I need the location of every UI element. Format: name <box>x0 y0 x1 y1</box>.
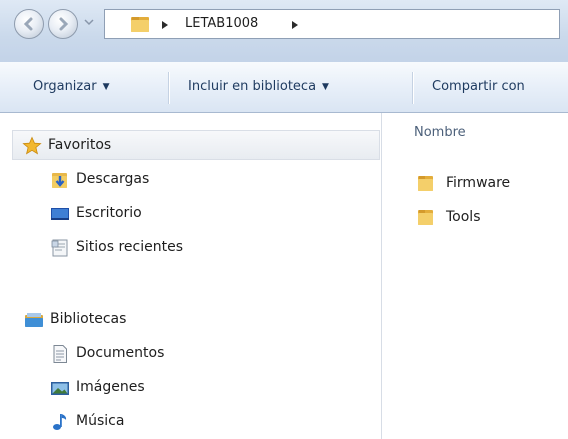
music-icon <box>53 414 67 430</box>
chevron-down-icon: ▼ <box>322 82 329 92</box>
share-with-button[interactable]: Compartir con <box>432 79 525 94</box>
nav-item-label: Música <box>76 413 125 429</box>
include-in-library-button[interactable]: Incluir en biblioteca ▼ <box>188 79 329 94</box>
downloads-folder-icon <box>52 173 67 188</box>
libraries-icon <box>25 313 43 327</box>
breadcrumb-expand-icon[interactable] <box>291 20 299 30</box>
organize-label: Organizar <box>33 79 97 94</box>
command-bar: Organizar ▼ Incluir en biblioteca ▼ Compar… <box>0 62 568 113</box>
include-label: Incluir en biblioteca <box>188 79 317 94</box>
folder-icon <box>418 176 433 191</box>
star-icon <box>22 136 42 155</box>
nav-item-label: Descargas <box>76 171 150 187</box>
desktop-icon <box>51 208 69 220</box>
nav-item-label: Escritorio <box>76 205 142 221</box>
toolbar-divider <box>412 72 414 104</box>
recent-places-icon <box>51 239 68 257</box>
forward-arrow-icon <box>59 17 69 31</box>
navigation-pane: Favoritos Descargas Escritorio Sitios re… <box>0 113 381 439</box>
file-name: Firmware <box>446 175 511 191</box>
address-strip: LETAB1008 <box>0 0 568 62</box>
nav-item-label: Imágenes <box>76 379 145 395</box>
chevron-down-icon: ▼ <box>102 82 110 92</box>
pictures-icon <box>51 382 69 395</box>
nav-item-label: Documentos <box>76 345 165 361</box>
column-header-name[interactable]: Nombre <box>414 125 466 140</box>
organize-button[interactable]: Organizar ▼ <box>33 79 109 94</box>
file-list-pane: Nombre Firmware Tools <box>382 113 568 439</box>
folder-icon <box>131 17 149 32</box>
address-bar[interactable]: LETAB1008 <box>104 9 560 39</box>
forward-button[interactable] <box>48 9 78 39</box>
breadcrumb-separator-icon[interactable] <box>161 20 169 30</box>
nav-favorites-label: Favoritos <box>48 137 112 153</box>
back-button[interactable] <box>14 9 44 39</box>
nav-libraries-label: Bibliotecas <box>50 311 127 327</box>
file-name: Tools <box>446 209 481 225</box>
share-label: Compartir con <box>432 79 525 94</box>
folder-icon <box>418 210 433 225</box>
nav-item-label: Sitios recientes <box>76 239 183 255</box>
breadcrumb-item[interactable]: LETAB1008 <box>185 16 258 31</box>
back-arrow-icon <box>23 17 33 31</box>
recent-pages-dropdown-icon[interactable] <box>84 18 94 26</box>
documents-icon <box>53 345 67 363</box>
toolbar-divider <box>168 72 170 104</box>
